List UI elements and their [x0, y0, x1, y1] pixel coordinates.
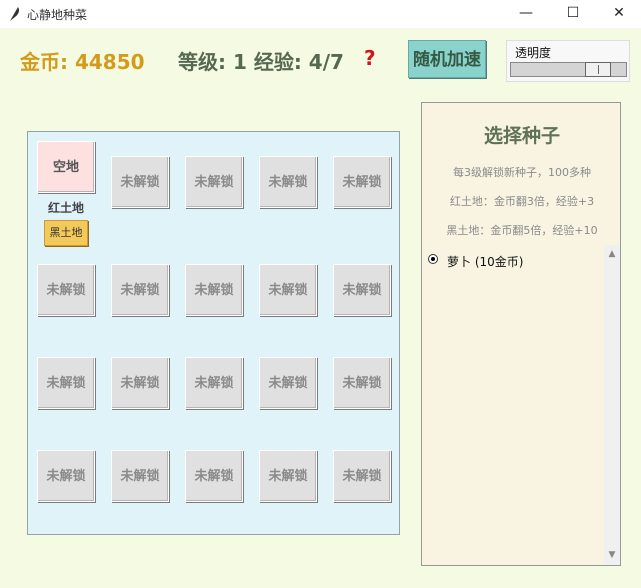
scroll-up-icon[interactable]: ▲ [604, 249, 620, 259]
plot-locked[interactable]: 未解锁 [37, 264, 95, 316]
plot-empty[interactable]: 空地 [37, 141, 95, 193]
seed-list: 萝卜 (10金币) [425, 245, 621, 565]
black-soil-button[interactable]: 黑土地 [44, 220, 88, 246]
plot-locked[interactable]: 未解锁 [37, 450, 95, 502]
plot-locked[interactable]: 未解锁 [111, 156, 169, 208]
maximize-button[interactable]: ☐ [550, 0, 596, 28]
plot-locked[interactable]: 未解锁 [37, 357, 95, 409]
seed-note: 黑土地：金币翻5倍，经验+10 [446, 224, 598, 237]
close-button[interactable]: ✕ [596, 0, 641, 28]
plot-locked[interactable]: 未解锁 [259, 357, 317, 409]
gold-counter: 金币: 44850 [20, 50, 145, 74]
plot-locked[interactable]: 未解锁 [259, 450, 317, 502]
opacity-slider-thumb[interactable] [585, 62, 611, 77]
soil-type-label: 红土地 [48, 201, 85, 215]
feather-icon [10, 7, 19, 21]
radio-selected-icon[interactable] [428, 254, 438, 264]
plot-locked[interactable]: 未解锁 [111, 450, 169, 502]
opacity-label: 透明度 [515, 46, 552, 60]
plot-locked[interactable]: 未解锁 [333, 357, 391, 409]
plot-locked[interactable]: 未解锁 [259, 156, 317, 208]
seed-note: 红土地：金币翻3倍，经验+3 [449, 195, 595, 208]
minimize-button[interactable]: — [503, 0, 549, 28]
plot-locked[interactable]: 未解锁 [185, 450, 243, 502]
plot-locked[interactable]: 未解锁 [185, 264, 243, 316]
plot-locked[interactable]: 未解锁 [259, 264, 317, 316]
window-title: 心静地种菜 [27, 8, 88, 22]
plot-locked[interactable]: 未解锁 [185, 156, 243, 208]
seed-panel-title: 选择种子 [483, 125, 560, 147]
plot-locked[interactable]: 未解锁 [333, 264, 391, 316]
plot-locked[interactable]: 未解锁 [333, 156, 391, 208]
seed-list-scrollbar[interactable]: ▲ ▼ [604, 245, 620, 565]
seed-note: 每3级解锁新种子，100多种 [453, 166, 591, 179]
scroll-down-icon[interactable]: ▼ [604, 550, 620, 560]
opacity-slider[interactable] [510, 62, 627, 77]
plot-locked[interactable]: 未解锁 [333, 450, 391, 502]
plot-locked[interactable]: 未解锁 [111, 357, 169, 409]
opacity-control: 透明度 [506, 40, 630, 82]
level-exp: 等级: 1 经验: 4/7 [178, 50, 344, 74]
plot-locked[interactable]: 未解锁 [111, 264, 169, 316]
help-icon[interactable]: ? [364, 46, 376, 70]
random-speed-button[interactable]: 随机加速 [408, 40, 486, 78]
plot-locked[interactable]: 未解锁 [185, 357, 243, 409]
title-bar: 心静地种菜 — ☐ ✕ [0, 0, 641, 28]
seed-option-label[interactable]: 萝卜 (10金币) [447, 253, 523, 270]
